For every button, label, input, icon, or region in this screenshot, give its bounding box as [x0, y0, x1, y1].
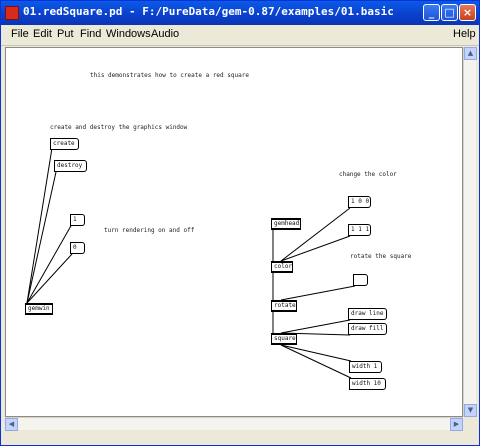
menu-edit[interactable]: Edit [33, 28, 52, 40]
toggle-on-message[interactable]: 1 [70, 214, 85, 226]
patch-connections [26, 147, 356, 379]
scroll-right-icon[interactable]: ▶ [450, 418, 463, 431]
patch-canvas[interactable]: this demonstrates how to create a red sq… [5, 47, 463, 417]
comment-intro: this demonstrates how to create a red sq… [90, 72, 249, 79]
comment-color: change the color [339, 171, 397, 178]
comment-graphics-window: create and destroy the graphics window [50, 124, 188, 131]
scroll-down-icon[interactable]: ▼ [464, 404, 477, 417]
comment-rendering: turn rendering on and off [104, 227, 195, 234]
draw-fill-message[interactable]: draw fill [348, 323, 387, 335]
scroll-left-icon[interactable]: ◀ [5, 418, 18, 431]
color-red-message[interactable]: 1 0 0 [348, 196, 371, 208]
pd-app-icon[interactable] [5, 6, 19, 20]
close-button[interactable]: × [459, 4, 476, 21]
width-10-message[interactable]: width 10 [349, 378, 386, 390]
rotate-object[interactable]: rotate [271, 300, 297, 312]
vertical-scrollbar[interactable]: ▲ ▼ [463, 47, 477, 417]
connection-white-color [280, 235, 351, 262]
connection-destroy-gemwin [26, 171, 57, 304]
connection-square-width10 [280, 344, 352, 379]
connection-drawline-square [280, 319, 351, 334]
destroy-message[interactable]: destroy [54, 160, 87, 172]
width-1-message[interactable]: width 1 [349, 361, 382, 373]
minimize-button[interactable]: _ [423, 4, 440, 21]
pd-patch-window: 01.redSquare.pd - F:/PureData/gem-0.87/e… [0, 0, 480, 446]
connection-square-width1 [280, 344, 352, 362]
connection-angle-rotate [280, 285, 356, 301]
gemhead-object[interactable]: gemhead [271, 218, 301, 230]
maximize-button[interactable]: □ [441, 4, 458, 21]
title-bar[interactable]: 01.redSquare.pd - F:/PureData/gem-0.87/e… [1, 1, 479, 25]
comment-rotate: rotate the square [350, 253, 412, 260]
window-title: 01.redSquare.pd - F:/PureData/gem-0.87/e… [23, 5, 394, 18]
create-message[interactable]: create [50, 138, 79, 150]
color-object[interactable]: color [271, 261, 293, 273]
menu-help[interactable]: Help [453, 28, 476, 40]
menu-bar: File Edit Put Find Windows Audio Help [1, 25, 479, 46]
rotate-angle-message[interactable] [353, 274, 368, 286]
scroll-up-icon[interactable]: ▲ [464, 47, 477, 60]
connection-red-color [280, 207, 351, 262]
toggle-off-message[interactable]: 0 [70, 242, 85, 254]
gemwin-object[interactable]: gemwin [25, 303, 53, 315]
menu-put[interactable]: Put [57, 28, 74, 40]
square-object[interactable]: square [271, 333, 297, 345]
menu-find[interactable]: Find [80, 28, 101, 40]
color-white-message[interactable]: 1 1 1 [348, 224, 371, 236]
menu-audio[interactable]: Audio [151, 28, 179, 40]
menu-file[interactable]: File [11, 28, 29, 40]
menu-windows[interactable]: Windows [106, 28, 151, 40]
horizontal-scrollbar[interactable]: ◀ ▶ [5, 417, 463, 431]
draw-line-message[interactable]: draw line [348, 308, 387, 320]
resize-grip[interactable] [463, 417, 476, 430]
